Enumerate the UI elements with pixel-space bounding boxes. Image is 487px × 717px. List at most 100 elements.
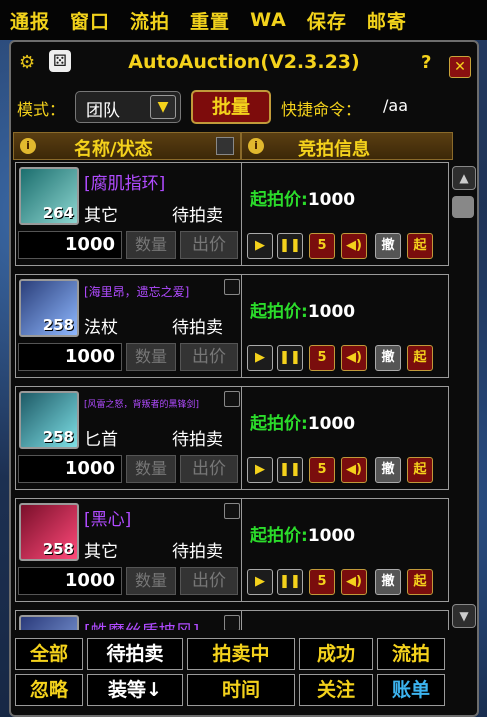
select-all-checkbox[interactable] <box>216 137 234 155</box>
list-item: [蛛魔丝质披风] <box>15 610 449 630</box>
item-name[interactable]: [黑心] <box>84 505 131 530</box>
item-status: 待拍卖 <box>172 318 223 338</box>
speaker-icon[interactable]: ◀) <box>341 457 367 483</box>
bid-button[interactable]: 出价 <box>180 343 238 371</box>
item-status: 待拍卖 <box>172 542 223 562</box>
tab-time[interactable]: 时间 <box>187 674 295 706</box>
item-left-panel: 258 [风雷之怒，背叛者的黑锋剑] 匕首 待拍卖 1000 数量 出价 <box>16 387 242 489</box>
play-icon[interactable]: ▶ <box>247 233 273 259</box>
timer-5-icon[interactable]: 5 <box>309 233 335 259</box>
menu-report[interactable]: 通报 <box>0 7 60 34</box>
timer-5-icon[interactable]: 5 <box>309 457 335 483</box>
start-button[interactable]: 起 <box>407 569 433 595</box>
price-input[interactable]: 1000 <box>18 231 122 259</box>
timer-5-icon[interactable]: 5 <box>309 345 335 371</box>
start-button[interactable]: 起 <box>407 345 433 371</box>
item-icon[interactable] <box>19 615 79 630</box>
scrollbar[interactable]: ▲ ▼ <box>452 166 476 628</box>
play-icon[interactable]: ▶ <box>247 457 273 483</box>
item-name[interactable]: [腐肌指环] <box>84 169 165 194</box>
item-type: 法杖 <box>84 318 118 338</box>
item-icon[interactable]: 258 <box>19 279 79 337</box>
quantity-input[interactable]: 数量 <box>126 455 176 483</box>
title-bar: ⚙ ⚄ AutoAuction(V2.3.23) ? ✕ <box>11 46 477 80</box>
speaker-icon[interactable]: ◀) <box>341 345 367 371</box>
start-price-value: 1000 <box>307 414 356 434</box>
pause-icon[interactable]: ❚❚ <box>277 233 303 259</box>
column-name-label: 名称/状态 <box>74 139 153 160</box>
play-icon[interactable]: ▶ <box>247 569 273 595</box>
item-icon[interactable]: 258 <box>19 391 79 449</box>
batch-button[interactable]: 批量 <box>191 90 271 124</box>
item-icon[interactable]: 264 <box>19 167 79 225</box>
item-type: 匕首 <box>84 430 118 450</box>
bid-button[interactable]: 出价 <box>180 231 238 259</box>
item-name[interactable]: [海里昂，遗忘之爱] <box>84 283 189 300</box>
tab-in-auction[interactable]: 拍卖中 <box>187 638 295 670</box>
tab-bill[interactable]: 账单 <box>377 674 445 706</box>
close-icon[interactable]: ✕ <box>449 56 471 78</box>
play-icon[interactable]: ▶ <box>247 345 273 371</box>
bid-button[interactable]: 出价 <box>180 567 238 595</box>
start-price-label: 起拍价: <box>250 414 308 434</box>
scrollbar-thumb[interactable] <box>452 196 474 218</box>
price-input[interactable]: 1000 <box>18 567 122 595</box>
bid-button[interactable]: 出价 <box>180 455 238 483</box>
scroll-down-icon[interactable]: ▼ <box>452 604 476 628</box>
start-price: 起拍价:1000 <box>250 409 355 434</box>
speaker-icon[interactable]: ◀) <box>341 569 367 595</box>
item-checkbox[interactable] <box>224 391 240 407</box>
pause-icon[interactable]: ❚❚ <box>277 457 303 483</box>
withdraw-button[interactable]: 撤 <box>375 345 401 371</box>
item-level: 258 <box>42 540 74 558</box>
item-checkbox[interactable] <box>224 503 240 519</box>
tab-failed[interactable]: 流拍 <box>377 638 445 670</box>
start-button[interactable]: 起 <box>407 233 433 259</box>
tab-all[interactable]: 全部 <box>15 638 83 670</box>
mode-label: 模式： <box>17 100 66 119</box>
item-name[interactable]: [蛛魔丝质披风] <box>84 617 199 630</box>
menu-wa[interactable]: WA <box>240 9 297 31</box>
item-checkbox[interactable] <box>224 279 240 295</box>
quantity-input[interactable]: 数量 <box>126 567 176 595</box>
tab-pending[interactable]: 待拍卖 <box>87 638 183 670</box>
mode-value: 团队 <box>86 101 120 121</box>
timer-5-icon[interactable]: 5 <box>309 569 335 595</box>
quantity-input[interactable]: 数量 <box>126 231 176 259</box>
menu-reset[interactable]: 重置 <box>180 7 240 34</box>
tab-ignore[interactable]: 忽略 <box>15 674 83 706</box>
help-icon[interactable]: ? <box>421 52 431 73</box>
menu-mail[interactable]: 邮寄 <box>357 7 417 34</box>
withdraw-button[interactable]: 撤 <box>375 569 401 595</box>
start-price-label: 起拍价: <box>250 526 308 546</box>
window-title: AutoAuction(V2.3.23) <box>128 51 360 73</box>
info-icon[interactable]: i <box>20 138 36 154</box>
menu-failed-auction[interactable]: 流拍 <box>120 7 180 34</box>
item-left-panel: 258 [海里昂，遗忘之爱] 法杖 待拍卖 1000 数量 出价 <box>16 275 242 377</box>
start-price: 起拍价:1000 <box>250 297 355 322</box>
tab-ilvl-sort[interactable]: 装等↓ <box>87 674 183 706</box>
item-right-panel: 起拍价:1000 ▶ ❚❚ 5 ◀) 撤 起 <box>242 387 448 489</box>
column-header-info: i 竞拍信息 <box>241 132 453 160</box>
chevron-down-icon[interactable]: ▼ <box>150 95 176 119</box>
pause-icon[interactable]: ❚❚ <box>277 345 303 371</box>
command-value: /aa <box>383 96 408 115</box>
tab-success[interactable]: 成功 <box>299 638 373 670</box>
tab-watch[interactable]: 关注 <box>299 674 373 706</box>
withdraw-button[interactable]: 撤 <box>375 233 401 259</box>
mode-select[interactable]: 团队 ▼ <box>75 91 181 123</box>
withdraw-button[interactable]: 撤 <box>375 457 401 483</box>
scroll-up-icon[interactable]: ▲ <box>452 166 476 190</box>
speaker-icon[interactable]: ◀) <box>341 233 367 259</box>
item-checkbox[interactable] <box>224 615 240 630</box>
price-input[interactable]: 1000 <box>18 343 122 371</box>
price-input[interactable]: 1000 <box>18 455 122 483</box>
start-button[interactable]: 起 <box>407 457 433 483</box>
menu-window[interactable]: 窗口 <box>60 7 120 34</box>
item-icon[interactable]: 258 <box>19 503 79 561</box>
info-icon[interactable]: i <box>248 138 264 154</box>
quantity-input[interactable]: 数量 <box>126 343 176 371</box>
item-name[interactable]: [风雷之怒，背叛者的黑锋剑] <box>84 397 199 410</box>
menu-save[interactable]: 保存 <box>297 7 357 34</box>
pause-icon[interactable]: ❚❚ <box>277 569 303 595</box>
